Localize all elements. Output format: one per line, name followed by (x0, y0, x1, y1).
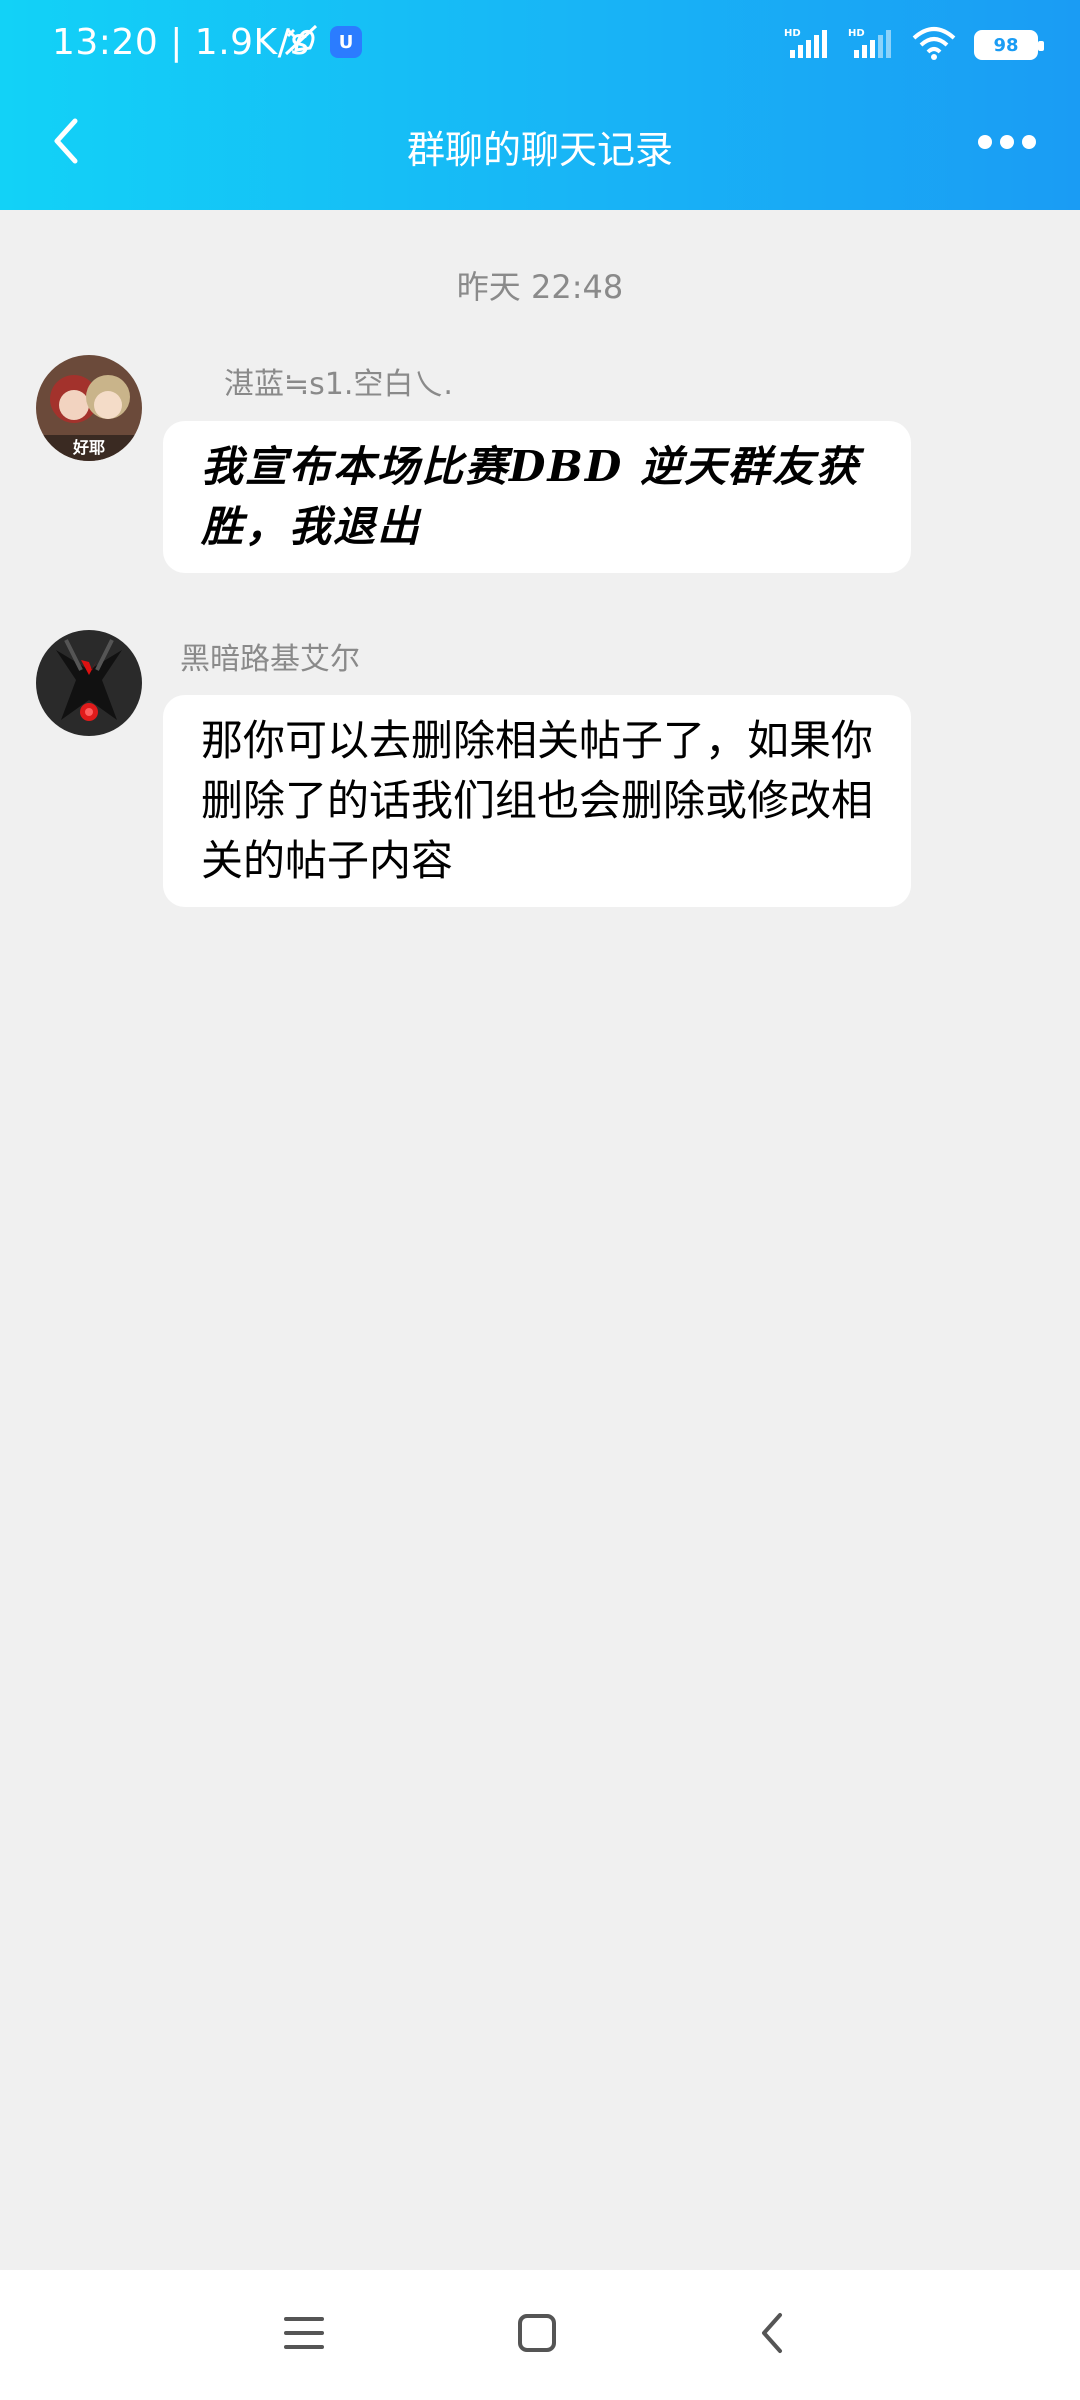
avatar-label: 好耶 (72, 438, 105, 457)
signal-hd-icon: HD (848, 26, 894, 64)
avatar[interactable]: 好耶 (36, 355, 142, 461)
system-nav-bar (0, 2270, 1080, 2400)
clock-text: 13:20 (52, 22, 159, 63)
status-left-icons: U (280, 22, 362, 62)
time-divider: 昨天 22:48 (456, 268, 624, 306)
vibrate-off-icon (280, 22, 320, 62)
sender-name: 湛蓝≒s1.空白乀. (224, 367, 453, 402)
status-right-icons: HD HD 98 (784, 26, 1044, 64)
menu-icon (284, 2315, 324, 2355)
svg-text:HD: HD (848, 28, 865, 39)
top-bar: 13:20 | 1.9K/s U HD HD 98 群聊的聊天记录 (0, 0, 1080, 210)
sender-name: 黑暗路基艾尔 (180, 642, 360, 677)
avatar[interactable] (36, 630, 142, 736)
svg-text:HD: HD (784, 28, 801, 39)
nav-back-button[interactable] (742, 2305, 802, 2365)
status-separator: | (170, 22, 183, 63)
signal-hd-icon: HD (784, 26, 830, 64)
header: 群聊的聊天记录 (0, 95, 1080, 210)
status-bar: 13:20 | 1.9K/s U HD HD 98 (0, 0, 1080, 95)
home-button[interactable] (507, 2305, 567, 2365)
back-icon (758, 2311, 786, 2359)
battery-level: 98 (993, 34, 1019, 56)
message-bubble[interactable]: 那你可以去删除相关帖子了，如果你删除了的话我们组也会删除或修改相关的帖子内容 (163, 695, 911, 907)
more-button[interactable] (972, 119, 1042, 169)
home-icon (517, 2313, 557, 2357)
page-title: 群聊的聊天记录 (406, 128, 673, 172)
message-bubble[interactable]: 我宣布本场比赛DBD 逆天群友获胜，我退出 (163, 421, 911, 573)
menu-button[interactable] (274, 2305, 334, 2365)
status-time: 13:20 | 1.9K/s (52, 22, 310, 63)
more-dots-icon (977, 134, 1037, 154)
wifi-icon (912, 26, 956, 64)
app-badge-icon: U (330, 26, 362, 58)
battery-icon: 98 (974, 30, 1044, 60)
